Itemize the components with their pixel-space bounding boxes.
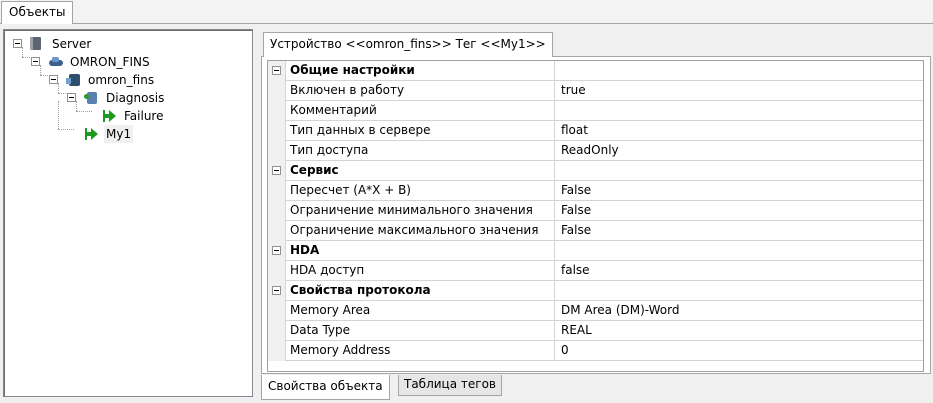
tab-device-tag[interactable]: Устройство <<omron_fins>> Тег <<My1>>: [263, 32, 553, 57]
grid-gutter: [268, 261, 286, 281]
grid-gutter: [268, 201, 286, 221]
grid-gutter: [268, 341, 286, 361]
server-icon: [30, 37, 41, 50]
grid-prop-value[interactable]: False: [559, 221, 923, 241]
tree-node-my1[interactable]: My1: [4, 125, 244, 143]
tree-node-label: Diagnosis: [106, 91, 165, 105]
tree-node-label: Failure: [124, 109, 164, 123]
grid-gutter: [268, 61, 286, 81]
grid-prop-name: HDA доступ: [287, 261, 555, 281]
grid-prop-value[interactable]: false: [559, 261, 923, 281]
grid-prop-name: Data Type: [287, 321, 555, 341]
grid-gutter: [268, 121, 286, 141]
diagnosis-icon: [84, 91, 100, 105]
properties-panel: Устройство <<omron_fins>> Тег <<My1>> Об…: [258, 29, 931, 377]
grid-prop-value[interactable]: False: [559, 181, 923, 201]
grid-gutter: [268, 101, 286, 121]
collapse-toggle[interactable]: [31, 57, 40, 66]
grid-row[interactable]: Memory Area DM Area (DM)-Word: [268, 301, 923, 321]
grid-row[interactable]: Memory Address 0: [268, 341, 923, 361]
tree-node-server[interactable]: Server: [4, 35, 244, 53]
grid-category-name: Общие настройки: [287, 61, 555, 81]
tab-object-properties[interactable]: Свойства объекта: [261, 375, 390, 400]
tab-objects[interactable]: Объекты: [1, 1, 74, 25]
grid-row[interactable]: Включен в работу true: [268, 81, 923, 101]
grid-category-row[interactable]: Свойства протокола: [268, 281, 923, 301]
grid-prop-value[interactable]: true: [559, 81, 923, 101]
grid-prop-name: Ограничение минимального значения: [287, 201, 555, 221]
tree-node-label: Server: [52, 37, 92, 51]
grid-category-row[interactable]: Сервис: [268, 161, 923, 181]
property-grid: Общие настройки Включен в работу true Ко…: [267, 60, 924, 372]
grid-row[interactable]: Ограничение максимального значения False: [268, 221, 923, 241]
grid-prop-name: Тип данных в сервере: [287, 121, 555, 141]
driver-icon: [48, 55, 64, 69]
grid-row[interactable]: Тип данных в сервере float: [268, 121, 923, 141]
tree-node-label: OMRON_FINS: [70, 55, 150, 69]
grid-gutter: [268, 181, 286, 201]
grid-category-row[interactable]: Общие настройки: [268, 61, 923, 81]
tree-node-label: omron_fins: [88, 73, 155, 87]
grid-prop-name: Комментарий: [287, 101, 555, 121]
grid-category-value: [559, 161, 923, 181]
tree-node-omron-fins-device[interactable]: omron_fins: [4, 71, 244, 89]
grid-row[interactable]: HDA доступ false: [268, 261, 923, 281]
grid-category-value: [559, 241, 923, 261]
grid-row[interactable]: Комментарий: [268, 101, 923, 121]
grid-gutter: [268, 81, 286, 101]
collapse-toggle[interactable]: [272, 246, 281, 255]
tree-node-label: My1: [104, 125, 134, 143]
grid-prop-name: Ограничение максимального значения: [287, 221, 555, 241]
grid-category-name: HDA: [287, 241, 555, 261]
object-tree: Server OMRON_FINS omron_fins Diagnosis F…: [3, 29, 253, 397]
grid-prop-name: Memory Address: [287, 341, 555, 361]
collapse-toggle[interactable]: [272, 66, 281, 75]
grid-row[interactable]: Data Type REAL: [268, 321, 923, 341]
tree-node-failure[interactable]: Failure: [4, 107, 244, 125]
grid-category-value: [559, 61, 923, 81]
main-area: Server OMRON_FINS omron_fins Diagnosis F…: [0, 24, 933, 403]
grid-gutter: [268, 321, 286, 341]
collapse-toggle[interactable]: [67, 93, 76, 102]
grid-gutter: [268, 301, 286, 321]
tree-node-diagnosis[interactable]: Diagnosis: [4, 89, 244, 107]
grid-prop-name: Пересчет (A*X + B): [287, 181, 555, 201]
grid-row[interactable]: Ограничение минимального значения False: [268, 201, 923, 221]
tag-arrow-icon: [103, 110, 117, 122]
collapse-toggle[interactable]: [272, 166, 281, 175]
grid-row[interactable]: Тип доступа ReadOnly: [268, 141, 923, 161]
grid-category-name: Сервис: [287, 161, 555, 181]
grid-prop-name: Memory Area: [287, 301, 555, 321]
device-icon: [66, 73, 82, 87]
collapse-toggle[interactable]: [13, 39, 22, 48]
grid-prop-value[interactable]: float: [559, 121, 923, 141]
grid-prop-value[interactable]: False: [559, 201, 923, 221]
grid-prop-value[interactable]: [559, 101, 923, 121]
tag-arrow-icon: [85, 128, 99, 140]
grid-gutter: [268, 221, 286, 241]
grid-gutter: [268, 141, 286, 161]
grid-prop-name: Включен в работу: [287, 81, 555, 101]
grid-prop-value[interactable]: ReadOnly: [559, 141, 923, 161]
collapse-toggle[interactable]: [49, 75, 58, 84]
grid-category-row[interactable]: HDA: [268, 241, 923, 261]
tab-tag-table[interactable]: Таблица тегов: [398, 375, 502, 396]
panel-splitter[interactable]: [254, 29, 257, 397]
tree-node-omron-fins-driver[interactable]: OMRON_FINS: [4, 53, 244, 71]
grid-category-name: Свойства протокола: [287, 281, 555, 301]
grid-gutter: [268, 281, 286, 301]
grid-gutter: [268, 161, 286, 181]
bottom-tab-bar: Свойства объекта Таблица тегов: [258, 375, 933, 403]
grid-prop-name: Тип доступа: [287, 141, 555, 161]
grid-prop-value[interactable]: 0: [559, 341, 923, 361]
grid-gutter: [268, 241, 286, 261]
grid-prop-value[interactable]: DM Area (DM)-Word: [559, 301, 923, 321]
properties-area: Общие настройки Включен в работу true Ко…: [261, 56, 931, 374]
grid-prop-value[interactable]: REAL: [559, 321, 923, 341]
grid-row[interactable]: Пересчет (A*X + B) False: [268, 181, 923, 201]
collapse-toggle[interactable]: [272, 286, 281, 295]
top-tab-bar: Объекты: [0, 0, 933, 25]
grid-category-value: [559, 281, 923, 301]
